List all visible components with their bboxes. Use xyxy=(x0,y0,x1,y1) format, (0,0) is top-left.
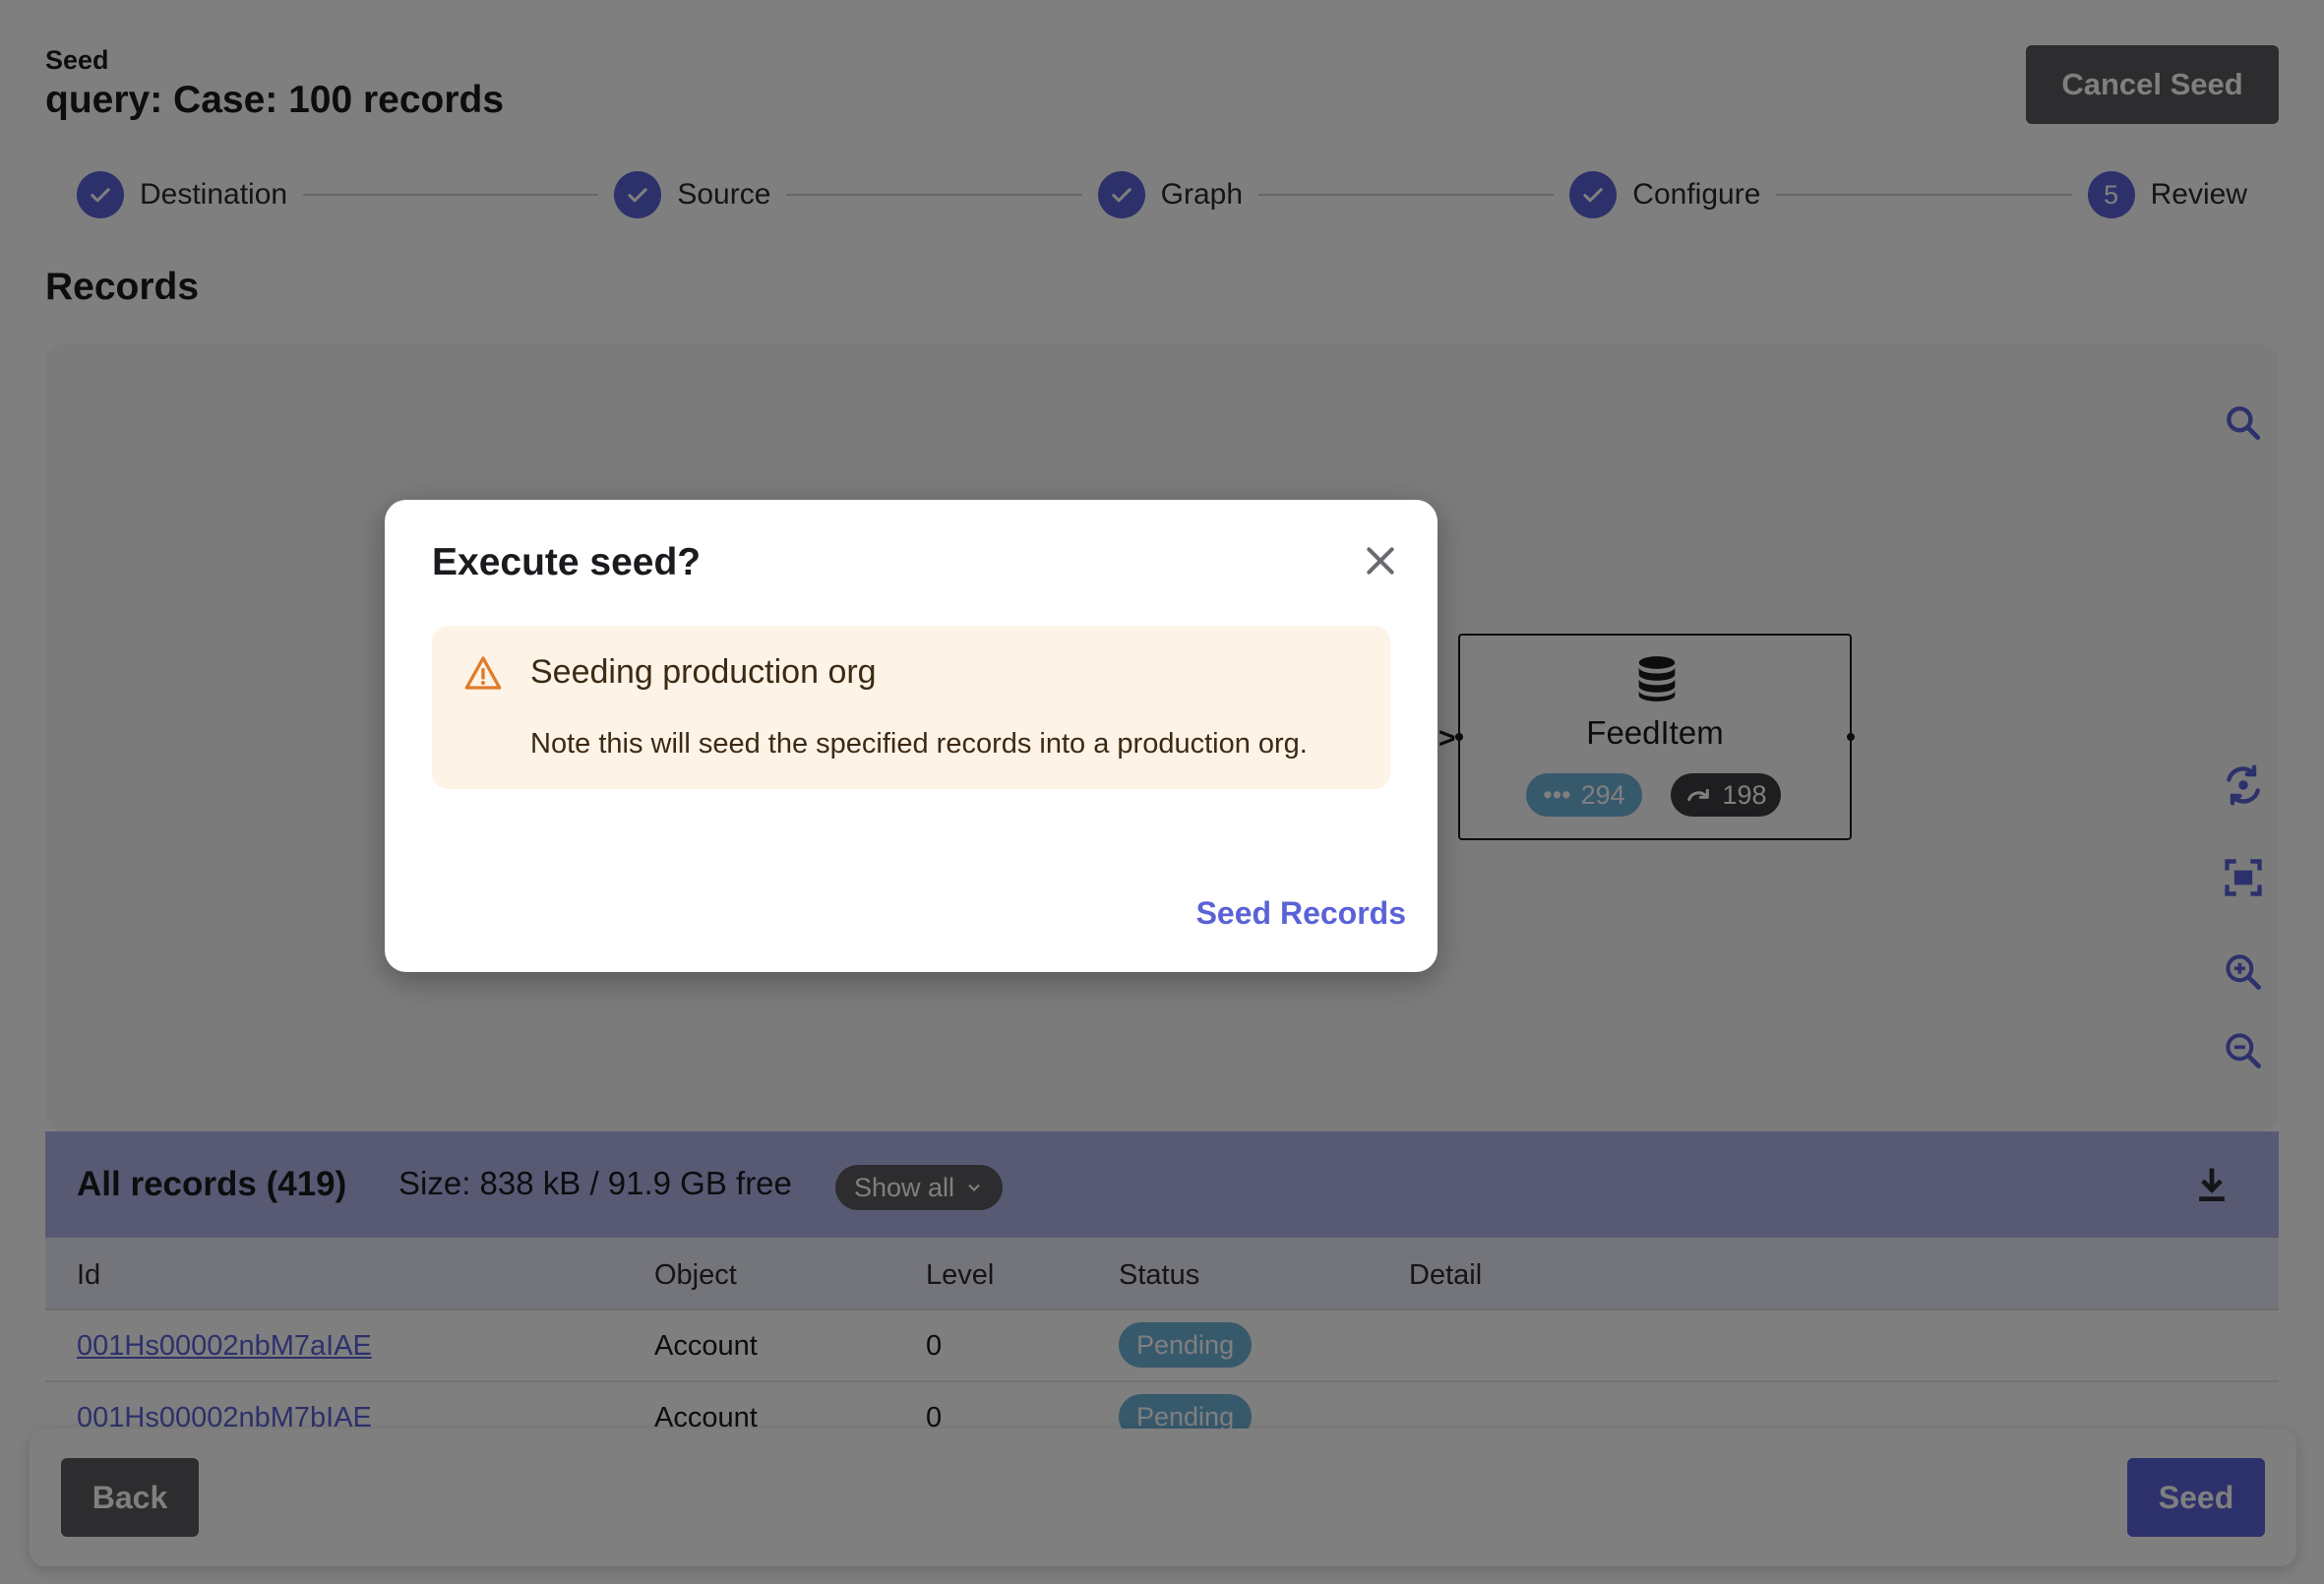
dialog-title: Execute seed? xyxy=(432,541,702,583)
alert-title: Seeding production org xyxy=(530,653,877,691)
alert-message: Note this will seed the specified record… xyxy=(530,728,1308,760)
warning-icon xyxy=(464,656,502,690)
execute-seed-dialog: Execute seed? Seeding production org Not… xyxy=(385,500,1437,972)
seed-records-button[interactable]: Seed Records xyxy=(1196,895,1406,932)
warning-alert: Seeding production org Note this will se… xyxy=(432,626,1390,789)
close-icon[interactable] xyxy=(1361,541,1400,580)
